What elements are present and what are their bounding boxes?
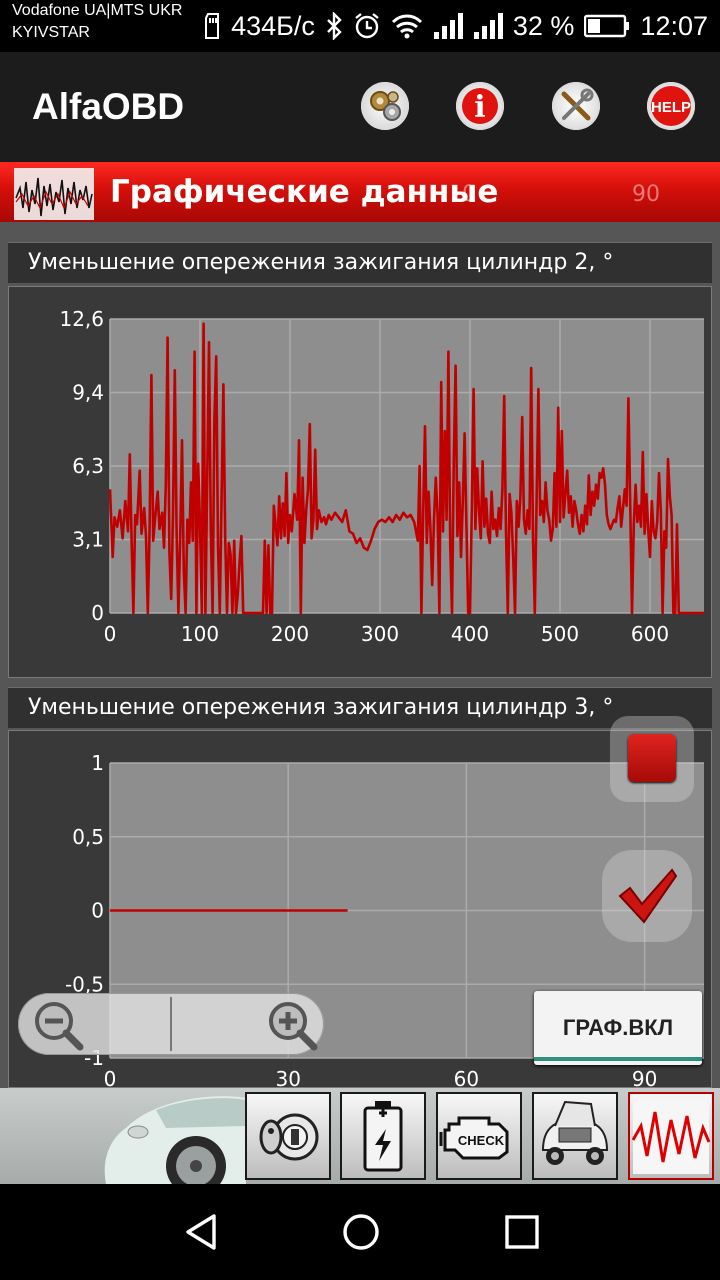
alarm-icon — [355, 13, 379, 39]
car-hood-icon — [541, 1100, 609, 1165]
x-tick-label: 400 — [451, 622, 489, 646]
zoom-controls — [18, 993, 324, 1055]
chart-title: Уменьшение опережения зажигания цилиндр … — [28, 695, 614, 720]
x-tick-label: 0 — [104, 1067, 117, 1089]
help-button[interactable]: HELP — [647, 82, 695, 130]
check-engine-button[interactable]: CHECK — [436, 1092, 522, 1180]
y-tick-label: 6,3 — [72, 454, 104, 478]
clock: 12:07 — [640, 10, 708, 41]
zoom-out-icon[interactable] — [30, 997, 86, 1053]
signal-icon — [433, 13, 463, 39]
section-header: 0 90 Графические данные — [0, 162, 720, 222]
chart-panel-cylinder-2[interactable]: 12,6 9,4 6,3 3,1 0 0 100 200 300 400 500 600 — [8, 286, 712, 678]
stop-recording-button[interactable] — [610, 716, 694, 802]
recents-icon[interactable] — [502, 1212, 542, 1252]
graph-toggle-button[interactable]: ГРАФ.ВКЛ — [534, 991, 702, 1065]
header-ghost-tick-right: 90 — [632, 182, 660, 207]
x-tick-label: 300 — [361, 622, 399, 646]
x-tick-label: 600 — [631, 622, 669, 646]
signal-icon — [473, 13, 503, 39]
x-tick-label: 100 — [181, 622, 219, 646]
x-tick-label: 500 — [541, 622, 579, 646]
home-icon[interactable] — [341, 1212, 381, 1252]
battery-button[interactable] — [340, 1092, 426, 1180]
car-service-button[interactable] — [532, 1092, 618, 1180]
y-tick-label: 1 — [91, 751, 104, 775]
stop-square-icon — [628, 734, 676, 782]
y-tick-label: 0 — [91, 601, 104, 625]
carrier-name: Vodafone UA|MTS UKR — [12, 2, 183, 19]
settings-button[interactable] — [361, 82, 409, 130]
tools-button[interactable] — [552, 82, 600, 130]
help-icon: HELP — [651, 86, 691, 126]
wifi-icon — [391, 14, 422, 39]
page-title: Графические данные — [110, 174, 499, 210]
chart-cylinder-2: 12,6 9,4 6,3 3,1 00 100 200 300 400 500 600 — [59, 307, 704, 646]
content-area: Уменьшение опережения зажигания цилиндр … — [0, 222, 720, 1089]
help-glyph: HELP — [651, 99, 691, 116]
info-button[interactable]: i — [456, 82, 504, 130]
y-tick-label: 12,6 — [59, 307, 104, 331]
info-icon: i — [462, 88, 498, 125]
ignition-button[interactable] — [245, 1092, 331, 1180]
chart-title: Уменьшение опережения зажигания цилиндр … — [28, 250, 614, 275]
tools-icon — [561, 88, 594, 121]
sd-card-icon — [205, 13, 220, 39]
bottom-toolbar: CHECK — [0, 1088, 720, 1184]
y-tick-label: 0,5 — [72, 825, 104, 849]
graph-wave-icon — [631, 1098, 711, 1174]
chart-title-bar-1: Уменьшение опережения зажигания цилиндр … — [8, 242, 712, 283]
y-tick-label: 0 — [91, 899, 104, 923]
x-tick-label: 90 — [632, 1067, 657, 1089]
check-engine-icon: CHECK — [439, 1116, 509, 1160]
graph-data-button[interactable] — [628, 1092, 714, 1180]
zoom-divider — [170, 997, 172, 1051]
ignition-key-icon — [259, 1113, 319, 1161]
confirm-button[interactable] — [602, 850, 692, 942]
battery-percent: 32 % — [512, 10, 575, 41]
battery-charge-icon — [363, 1101, 403, 1172]
info-glyph: i — [474, 90, 485, 125]
car-image-icon — [104, 1096, 246, 1184]
status-icons: 434Б/с 32 % 12:07 — [205, 8, 708, 44]
graph-toggle-indicator — [534, 1057, 702, 1061]
chart-title-bar-2: Уменьшение опережения зажигания цилиндр … — [8, 687, 712, 728]
checkmark-icon — [618, 868, 678, 924]
app-title: AlfaOBD — [32, 86, 185, 127]
back-icon[interactable] — [182, 1212, 222, 1252]
check-engine-label: CHECK — [458, 1133, 505, 1148]
bluetooth-icon — [327, 12, 342, 40]
x-tick-label: 60 — [454, 1067, 479, 1089]
x-tick-label: 30 — [275, 1067, 300, 1089]
carrier-name-secondary: KYIVSTAR — [12, 24, 90, 41]
battery-icon — [584, 14, 630, 38]
x-tick-label: 200 — [271, 622, 309, 646]
settings-gears-icon — [370, 91, 401, 121]
action-bar: AlfaOBD i HELP — [0, 52, 720, 162]
y-tick-label: 3,1 — [72, 528, 104, 552]
x-tick-label: 0 — [104, 622, 117, 646]
status-bar: Vodafone UA|MTS UKR KYIVSTAR 434Б/с 32 %… — [0, 0, 720, 52]
zoom-in-icon[interactable] — [264, 997, 320, 1053]
network-speed: 434Б/с — [231, 10, 315, 41]
navigation-bar — [0, 1184, 720, 1280]
graph-toggle-label: ГРАФ.ВКЛ — [562, 1015, 674, 1040]
y-tick-label: 9,4 — [72, 381, 104, 405]
